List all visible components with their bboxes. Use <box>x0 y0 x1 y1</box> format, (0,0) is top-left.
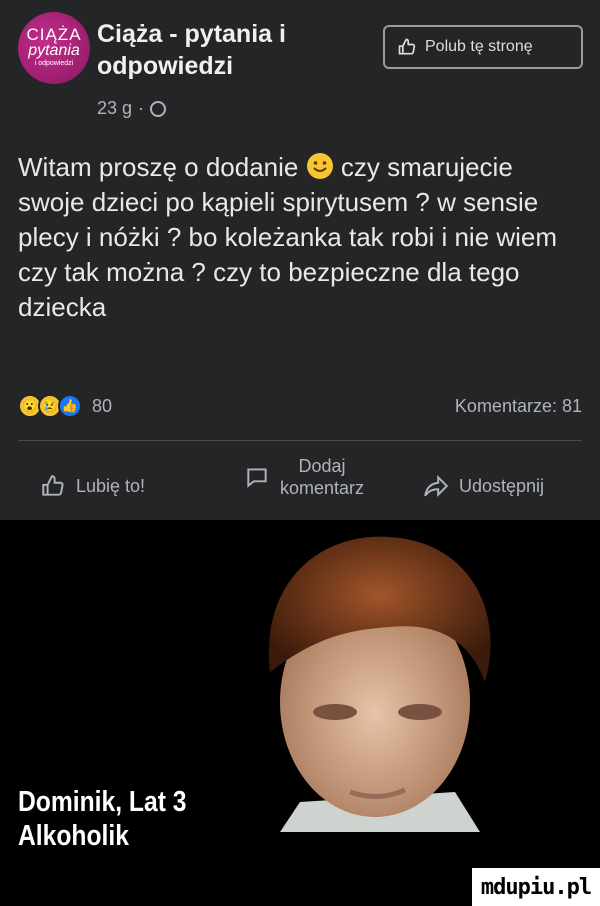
globe-icon <box>150 100 167 117</box>
like-label: Lubię to! <box>76 475 146 496</box>
thumbs-up-icon <box>398 38 416 55</box>
page-name-link[interactable]: Ciąża - pytania i odpowiedzi <box>97 18 357 82</box>
post-text: Witam proszę o dodanie czy smarujecie sw… <box>18 150 586 325</box>
divider <box>18 440 582 441</box>
site-watermark: mdupiu.pl <box>472 868 600 906</box>
reactions-summary[interactable]: 😮 😢 👍 80 <box>18 394 112 418</box>
post-time[interactable]: 23 g <box>97 98 132 119</box>
comment-label: Dodaj komentarz <box>280 456 365 498</box>
post-photo[interactable]: Dominik, Lat 3 Alkoholik mdupiu.pl <box>0 520 600 906</box>
post-meta: 23 g · <box>97 98 167 119</box>
caption-line-1: Dominik, Lat 3 <box>18 786 187 818</box>
share-label: Udostępnij <box>459 475 545 496</box>
photo-caption: Dominik, Lat 3 Alkoholik <box>18 785 186 853</box>
comment-count[interactable]: Komentarze: 81 <box>455 396 582 417</box>
smile-emoji-icon <box>306 153 333 179</box>
comment-bubble-icon <box>247 468 267 488</box>
like-button[interactable]: Lubię to! <box>40 473 145 499</box>
reaction-count: 80 <box>92 395 113 416</box>
avatar-text-1: CIĄŻA <box>26 25 82 44</box>
share-button[interactable]: Udostępnij <box>423 473 544 499</box>
comment-button[interactable]: Dodaj komentarz <box>244 455 364 499</box>
like-page-button[interactable]: Polub tę stronę <box>383 25 583 69</box>
page-avatar[interactable]: CIĄŻA pytania i odpowiedzi <box>18 12 90 84</box>
like-reaction-icon: 👍 <box>58 394 82 418</box>
post-text-part-1: Witam proszę o dodanie <box>18 152 299 182</box>
share-arrow-icon <box>424 474 449 498</box>
caption-line-2: Alkoholik <box>18 820 129 852</box>
facebook-post: CIĄŻA pytania i odpowiedzi Ciąża - pytan… <box>0 0 600 520</box>
avatar-text-3: i odpowiedzi <box>34 60 74 67</box>
boy-portrait-image <box>268 536 491 832</box>
thumbs-up-icon <box>42 475 64 496</box>
like-page-label: Polub tę stronę <box>425 38 533 55</box>
avatar-text-2: pytania <box>28 42 80 59</box>
